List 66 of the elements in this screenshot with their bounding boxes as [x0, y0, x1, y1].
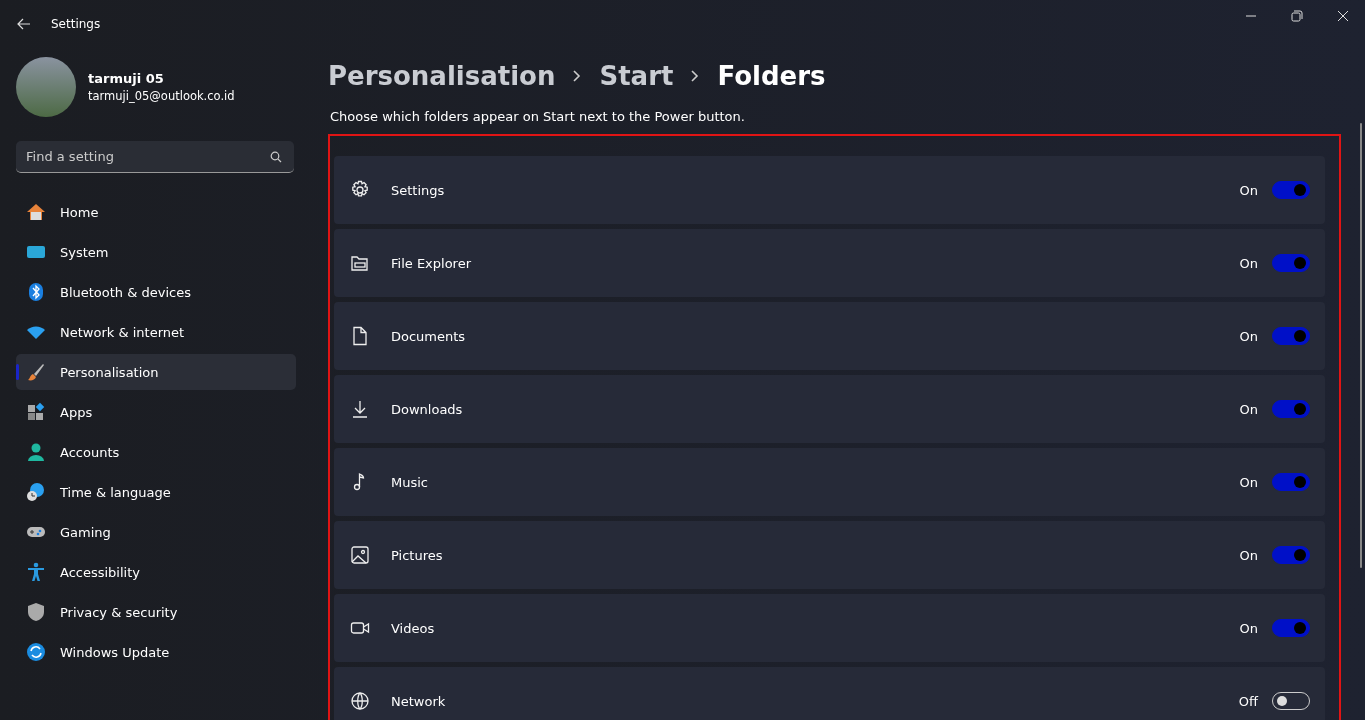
user-email: tarmuji_05@outlook.co.id	[88, 89, 235, 103]
search-field[interactable]: Find a setting	[16, 141, 294, 173]
toggle-state-label: On	[1239, 255, 1258, 271]
shield-icon	[26, 602, 46, 622]
toggle-state-label: On	[1239, 401, 1258, 417]
toggle-state-label: On	[1239, 182, 1258, 198]
picture-icon	[350, 545, 370, 565]
apps-icon	[26, 402, 46, 422]
home-icon	[26, 202, 46, 222]
settings-icon	[350, 180, 370, 200]
nav-item[interactable]: Windows Update	[16, 634, 296, 670]
toggle-switch[interactable]	[1272, 546, 1310, 564]
nav-item[interactable]: System	[16, 234, 296, 270]
window-title: Settings	[51, 17, 101, 31]
toggle-switch[interactable]	[1272, 254, 1310, 272]
document-icon	[350, 326, 370, 346]
nav-item[interactable]: Bluetooth & devices	[16, 274, 296, 310]
person-icon	[26, 442, 46, 462]
toggle-switch[interactable]	[1272, 619, 1310, 637]
nav-item[interactable]: Personalisation	[16, 354, 296, 390]
breadcrumb-item: Folders	[717, 61, 826, 91]
breadcrumb-item[interactable]: Start	[599, 61, 674, 91]
toggle-switch[interactable]	[1272, 327, 1310, 345]
folder-label: File Explorer	[391, 255, 472, 271]
toggle-state-label: On	[1239, 620, 1258, 636]
bluetooth-icon	[26, 282, 46, 302]
update-icon	[26, 642, 46, 662]
download-icon	[350, 399, 370, 419]
accessibility-icon	[26, 562, 46, 582]
search-icon	[270, 151, 282, 163]
toggle-switch[interactable]	[1272, 473, 1310, 491]
close-icon[interactable]	[1337, 10, 1349, 22]
nav-item[interactable]: Apps	[16, 394, 296, 430]
scrollbar[interactable]	[1360, 123, 1362, 568]
folder-label: Downloads	[391, 401, 464, 417]
avatar-photo-placeholder	[16, 57, 76, 117]
globe-icon	[350, 691, 370, 711]
nav-item[interactable]: Network & internet	[16, 314, 296, 350]
toggle-switch[interactable]	[1272, 400, 1310, 418]
folder-label: Music	[391, 474, 429, 490]
toggle-switch[interactable]	[1272, 181, 1310, 199]
chevron-right-icon	[691, 70, 700, 82]
nav-item[interactable]: Accessibility	[16, 554, 296, 590]
nav-item[interactable]: Home	[16, 194, 296, 230]
nav-item[interactable]: Accounts	[16, 434, 296, 470]
breadcrumb-item[interactable]: Personalisation	[328, 61, 556, 91]
toggle-state-label: On	[1239, 547, 1258, 563]
folder-label: Pictures	[391, 547, 444, 563]
description-text: Choose which folders appear on Start next to the Power button.	[330, 109, 746, 124]
folder-label: Network	[391, 693, 447, 709]
toggle-state-label: On	[1239, 328, 1258, 344]
globe-clock-icon	[26, 482, 46, 502]
user-name: tarmuji 05	[88, 71, 165, 86]
restore-icon[interactable]	[1291, 10, 1303, 22]
toggle-state-label: On	[1239, 474, 1258, 490]
toggle-state-label: Off	[1238, 693, 1258, 709]
folder-icon	[350, 253, 370, 273]
nav-item[interactable]: Gaming	[16, 514, 296, 550]
nav-item[interactable]: Privacy & security	[16, 594, 296, 630]
folder-label: Documents	[391, 328, 467, 344]
folder-label: Videos	[391, 620, 436, 636]
nav-item[interactable]: Time & language	[16, 474, 296, 510]
folder-label: Settings	[391, 182, 446, 198]
brush-icon	[26, 362, 46, 382]
chevron-right-icon	[573, 70, 582, 82]
back-arrow-icon[interactable]	[17, 18, 31, 30]
